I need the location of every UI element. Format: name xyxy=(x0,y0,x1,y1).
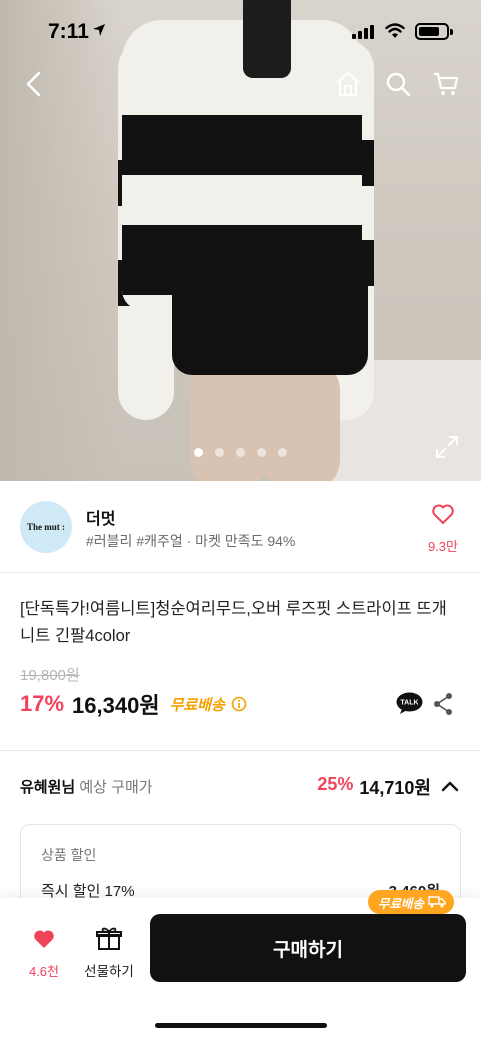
free-shipping-badge: 무료배송 xyxy=(368,890,455,914)
gift-button[interactable]: 선물하기 xyxy=(80,926,138,980)
heart-icon xyxy=(34,930,54,948)
image-right-leg xyxy=(262,360,340,481)
chevron-up-icon[interactable] xyxy=(441,779,459,793)
seller-name[interactable]: 더멋 xyxy=(86,505,115,529)
search-icon xyxy=(386,72,411,97)
gift-label: 선물하기 xyxy=(84,964,134,979)
home-indicator xyxy=(155,1023,327,1028)
wish-count: 4.6천 xyxy=(28,964,60,979)
pagination-dot[interactable] xyxy=(257,448,266,457)
buy-button[interactable]: 구매하기 xyxy=(150,914,466,982)
free-shipping-badge-label: 무료배송 xyxy=(378,896,425,911)
discount-rate: 17% xyxy=(20,691,65,716)
home-icon xyxy=(336,71,360,97)
pagination-dot[interactable] xyxy=(215,448,224,457)
seller-like-button[interactable]: 9.3만 xyxy=(420,503,466,555)
cart-icon xyxy=(434,72,459,95)
image-shorts xyxy=(172,240,368,375)
gift-icon xyxy=(96,927,122,950)
share-icon[interactable] xyxy=(432,692,454,716)
image-pagination[interactable] xyxy=(0,448,481,457)
member-name: 유혜원님 xyxy=(20,779,76,796)
free-shipping-label: 무료배송 xyxy=(169,696,225,714)
seller-tags: #러블리 #캐주얼 · 마켓 만족도 94% xyxy=(86,533,296,549)
member-price: 25% 14,710원 xyxy=(317,774,431,800)
cellular-signal-icon xyxy=(352,25,374,39)
search-button[interactable] xyxy=(380,66,416,102)
member-label: 예상 구매가 xyxy=(79,779,153,796)
back-button[interactable] xyxy=(16,66,52,102)
sale-price: 16,340원 xyxy=(72,693,160,718)
member-price-label: 유혜원님 예상 구매가 xyxy=(20,776,153,797)
price-row: 17% 16,340원 무료배송 xyxy=(20,688,247,720)
home-button[interactable] xyxy=(330,66,366,102)
talk-icon[interactable]: TALK xyxy=(396,692,423,715)
pagination-dot-active[interactable] xyxy=(194,448,203,457)
svg-text:TALK: TALK xyxy=(400,700,418,707)
status-time: 7:11 xyxy=(48,20,89,43)
back-icon xyxy=(26,71,41,97)
discount-heading: 상품 할인 xyxy=(41,847,97,863)
member-discount-rate: 25% xyxy=(317,774,354,794)
section-divider xyxy=(0,750,481,751)
heart-outline-icon xyxy=(432,504,454,524)
battery-icon xyxy=(415,23,453,40)
pagination-dot[interactable] xyxy=(278,448,287,457)
seller-row[interactable]: The mut : 더멋 #러블리 #캐주얼 · 마켓 만족도 94% 9.3만 xyxy=(0,481,481,573)
image-left-leg xyxy=(190,360,268,481)
wish-button[interactable]: 4.6천 xyxy=(18,928,70,980)
pagination-dot[interactable] xyxy=(236,448,245,457)
seller-like-count: 9.3만 xyxy=(427,539,459,554)
status-bar: 7:11 xyxy=(0,0,481,54)
buy-button-label: 구매하기 xyxy=(273,939,343,961)
truck-icon xyxy=(428,896,446,908)
original-price: 19,800원 xyxy=(20,667,80,684)
location-arrow-icon xyxy=(93,24,105,36)
expand-icon[interactable] xyxy=(434,434,460,460)
product-title: [단독특가!여름니트]청순여리무드,오버 루즈핏 스트라이프 뜨개 니트 긴팔4… xyxy=(20,600,447,645)
cart-button[interactable] xyxy=(428,66,464,102)
seller-logo[interactable]: The mut : xyxy=(20,501,72,553)
info-icon[interactable] xyxy=(231,696,247,712)
member-expected-price: 14,710원 xyxy=(359,778,431,798)
wifi-icon xyxy=(385,23,405,38)
bottom-action-bar: 4.6천 선물하기 구매하기 무료배송 xyxy=(0,890,481,1040)
